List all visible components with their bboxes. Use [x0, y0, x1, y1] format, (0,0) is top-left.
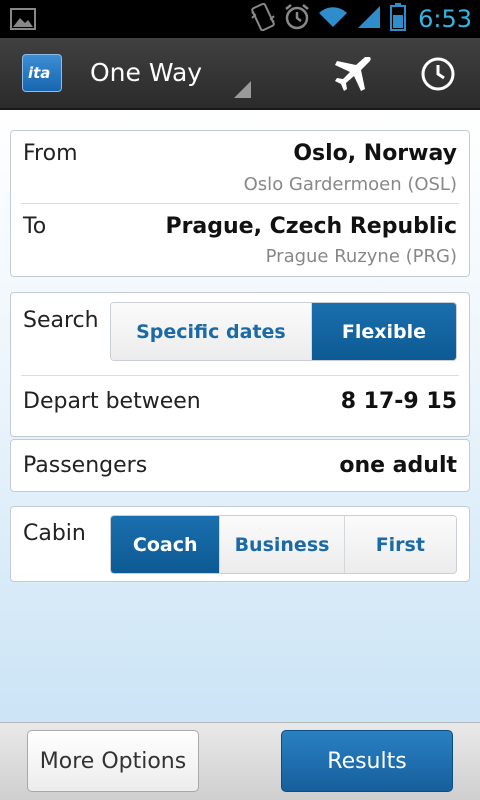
search-form: From Oslo, Norway Oslo Gardermoen (OSL) …: [0, 110, 480, 722]
divider: [21, 203, 459, 204]
airplane-icon[interactable]: [333, 55, 373, 97]
to-city[interactable]: Prague, Czech Republic: [165, 214, 457, 239]
passengers-card[interactable]: Passengers one adult: [10, 439, 470, 492]
battery-icon: [390, 3, 407, 35]
more-options-button[interactable]: More Options: [27, 730, 199, 792]
from-label: From: [23, 141, 78, 166]
specific-dates-button[interactable]: Specific dates: [111, 303, 312, 360]
from-airport: Oslo Gardermoen (OSL): [243, 174, 457, 195]
status-bar: 6:53: [0, 0, 480, 38]
passengers-label: Passengers: [23, 453, 148, 478]
coach-button[interactable]: Coach: [111, 516, 221, 573]
app-logo-text: ita: [28, 64, 51, 82]
app-logo[interactable]: ita: [22, 54, 62, 92]
trip-type-selector[interactable]: One Way: [90, 58, 202, 87]
to-label: To: [23, 214, 47, 239]
alarm-icon: [284, 3, 310, 35]
status-time: 6:53: [418, 5, 472, 33]
results-button[interactable]: Results: [281, 730, 453, 792]
dropdown-caret-icon[interactable]: [234, 81, 251, 98]
vibrate-icon: [250, 2, 276, 36]
passengers-value[interactable]: one adult: [339, 453, 457, 478]
bottom-bar: More Options Results: [0, 722, 480, 800]
divider: [21, 375, 459, 376]
date-mode-toggle: Specific dates Flexible: [110, 302, 457, 361]
clock-icon[interactable]: [420, 56, 456, 96]
first-button[interactable]: First: [344, 516, 456, 573]
wifi-icon: [318, 5, 348, 33]
cabin-label: Cabin: [23, 521, 86, 546]
dates-card: Search Specific dates Flexible Depart be…: [10, 292, 470, 437]
depart-between-value[interactable]: 8 17-9 15: [341, 389, 457, 414]
flexible-button[interactable]: Flexible: [311, 303, 456, 360]
cabin-card: Cabin Coach Business First: [10, 506, 470, 582]
action-bar: [0, 38, 480, 110]
depart-between-label: Depart between: [23, 389, 201, 414]
business-button[interactable]: Business: [220, 516, 345, 573]
signal-icon: [356, 4, 382, 34]
from-city[interactable]: Oslo, Norway: [293, 141, 457, 166]
cabin-class-toggle: Coach Business First: [110, 515, 457, 574]
search-label: Search: [23, 308, 99, 333]
to-airport: Prague Ruzyne (PRG): [265, 246, 457, 267]
route-card[interactable]: From Oslo, Norway Oslo Gardermoen (OSL) …: [10, 130, 470, 277]
image-icon: [10, 8, 36, 34]
